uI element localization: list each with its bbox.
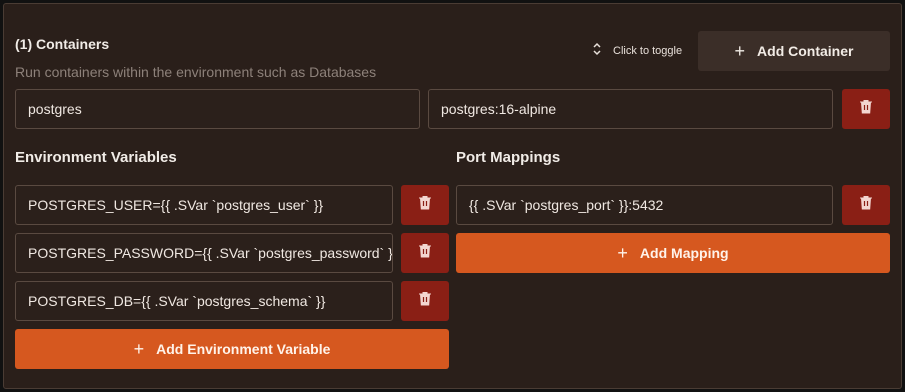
plus-icon: +: [617, 243, 628, 263]
add-env-var-label: Add Environment Variable: [156, 341, 331, 357]
trash-icon: [418, 195, 432, 215]
add-container-button[interactable]: + Add Container: [698, 31, 890, 71]
trash-icon: [859, 195, 873, 215]
plus-icon: +: [133, 339, 145, 359]
delete-env-var-button[interactable]: [401, 233, 449, 273]
add-container-label: Add Container: [757, 43, 854, 59]
add-mapping-button[interactable]: + Add Mapping: [456, 233, 890, 273]
delete-port-mapping-button[interactable]: [842, 185, 890, 225]
section-subtitle: Run containers within the environment su…: [15, 64, 377, 80]
env-var-input[interactable]: POSTGRES_DB={{ .SVar `postgres_schema` }…: [15, 281, 393, 321]
container-name-input[interactable]: postgres: [15, 89, 420, 129]
delete-env-var-button[interactable]: [401, 185, 449, 225]
env-section-label: Environment Variables: [15, 149, 177, 166]
trash-icon: [418, 243, 432, 263]
add-mapping-label: Add Mapping: [639, 245, 729, 261]
container-image-input[interactable]: postgres:16-alpine: [428, 89, 833, 129]
plus-icon: +: [734, 41, 746, 61]
trash-icon: [859, 99, 873, 119]
chevron-up-down-icon: [591, 42, 603, 59]
env-var-input[interactable]: POSTGRES_PASSWORD={{ .SVar `postgres_pas…: [15, 233, 393, 273]
section-title: (1) Containers: [15, 36, 110, 52]
trash-icon: [418, 291, 432, 311]
env-var-input[interactable]: POSTGRES_USER={{ .SVar `postgres_user` }…: [15, 185, 393, 225]
containers-panel: (1) Containers Run containers within the…: [3, 3, 902, 389]
delete-container-button[interactable]: [842, 89, 890, 129]
window: (1) Containers Run containers within the…: [0, 0, 905, 392]
ports-section-label: Port Mappings: [456, 149, 561, 166]
port-mapping-input[interactable]: {{ .SVar `postgres_port` }}:5432: [456, 185, 833, 225]
delete-env-var-button[interactable]: [401, 281, 449, 321]
toggle-label: Click to toggle: [613, 44, 683, 57]
add-env-var-button[interactable]: + Add Environment Variable: [15, 329, 449, 369]
collapse-toggle[interactable]: Click to toggle: [591, 42, 682, 59]
